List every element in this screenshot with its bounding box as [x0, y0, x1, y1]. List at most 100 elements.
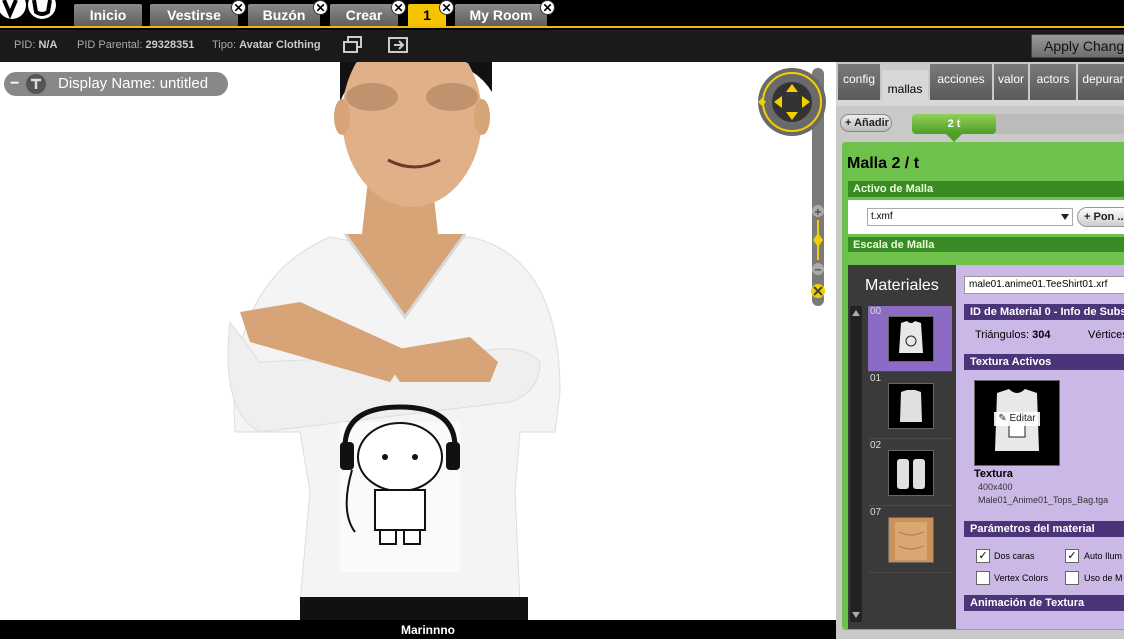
parent-pid-label: PID Parental:	[77, 39, 143, 51]
tab-crear[interactable]: Crear ✕	[330, 0, 406, 26]
material-file-field[interactable]: male01.anime01.TeeShirt01.xrf	[964, 276, 1124, 294]
export-icon[interactable]	[388, 36, 410, 54]
use-m-checkbox[interactable]	[1065, 571, 1079, 585]
auto-illum-label: Auto Ilum	[1084, 551, 1123, 561]
texture-assets-header: Textura Activos	[964, 354, 1124, 370]
tab-label: Vestirse	[167, 7, 221, 23]
two-sided-checkbox[interactable]: ✓	[976, 549, 990, 563]
tool-icon	[26, 74, 46, 94]
material-index: 01	[870, 373, 882, 384]
parent-pid-value: 29328351	[145, 39, 195, 51]
tab-actors[interactable]: actors	[1030, 64, 1076, 100]
parent-pid-info: PID Parental: 29328351	[77, 39, 194, 51]
mesh-chip[interactable]: 2 t	[912, 114, 996, 134]
material-index: 07	[870, 507, 882, 518]
mesh-scale-header[interactable]: Escala de Malla	[848, 237, 1124, 253]
pencil-icon: ✎	[998, 413, 1010, 424]
editor-panel: config mallas acciones valor actors depu…	[836, 62, 1124, 639]
materials-title: Materiales	[865, 277, 939, 294]
window-restore-icon[interactable]	[342, 36, 364, 54]
material-index: 00	[870, 306, 882, 317]
mesh-title: Malla 2 / t	[847, 155, 920, 172]
pid-info: PID: N/A	[14, 39, 57, 51]
apply-changes-button[interactable]: Apply Changes	[1031, 34, 1124, 58]
tab-inicio[interactable]: Inicio	[74, 4, 142, 26]
tab-config[interactable]: config	[838, 64, 880, 100]
tab-label: 1	[423, 7, 431, 23]
material-thumb[interactable]: 00	[868, 306, 952, 372]
pid-value: N/A	[38, 39, 58, 51]
material-index: 02	[870, 440, 882, 451]
camera-control[interactable]: + −	[756, 68, 826, 316]
close-icon[interactable]: ✕	[439, 0, 454, 15]
imvu-logo[interactable]	[0, 0, 64, 26]
mesh-file-select[interactable]: t.xmf	[867, 208, 1073, 226]
type-label: Tipo:	[212, 39, 237, 51]
shirt-back-thumbnail	[888, 383, 934, 429]
edit-label: Editar	[1009, 413, 1036, 424]
texture-filename: Male01_Anime01_Tops_Bag.tga	[978, 495, 1109, 505]
materials-scrollbar[interactable]	[850, 306, 862, 622]
section-gap	[848, 252, 1124, 264]
tshirt-thumbnail	[888, 316, 934, 362]
mesh-pointer	[946, 134, 962, 142]
tab-label: Buzón	[262, 7, 306, 23]
pon-button[interactable]: + Pon ...	[1077, 207, 1124, 227]
tab-buzon[interactable]: Buzón ✕	[248, 0, 328, 26]
scroll-up-icon[interactable]	[852, 310, 860, 316]
avatar-username: Marinnno	[401, 623, 455, 637]
use-m-label: Uso de M	[1084, 573, 1123, 583]
top-nav: Inicio Vestirse ✕ Buzón ✕ Crear ✕ 1 ✕ My…	[0, 0, 1124, 28]
avatar-viewport[interactable]: − Display Name: untitled	[0, 62, 836, 620]
tab-my-room[interactable]: My Room ✕	[455, 0, 555, 26]
tab-1[interactable]: 1 ✕	[408, 0, 454, 26]
close-icon[interactable]: ✕	[391, 0, 406, 15]
texture-anim-header: Animación de Textura	[964, 595, 1124, 611]
triangles-label: Triángulos:	[975, 329, 1030, 341]
add-mesh-button[interactable]: + Añadir	[840, 114, 892, 132]
tab-strip	[836, 100, 1124, 106]
material-id-header: ID de Material 0 - Info de Subs	[964, 304, 1124, 320]
tab-vestirse[interactable]: Vestirse ✕	[150, 0, 246, 26]
close-icon[interactable]: ✕	[313, 0, 328, 15]
vertex-colors-checkbox[interactable]	[976, 571, 990, 585]
tab-label: Inicio	[89, 7, 127, 23]
plus-icon: +	[845, 117, 855, 129]
vertices-label: Vértices	[1088, 329, 1124, 341]
auto-illum-checkbox[interactable]: ✓	[1065, 549, 1079, 563]
sleeves-thumbnail	[888, 450, 934, 496]
close-icon[interactable]: ✕	[231, 0, 246, 15]
material-params-header: Parámetros del material	[964, 521, 1124, 537]
avatar-render	[227, 62, 561, 620]
edit-texture-button[interactable]: ✎ Editar	[994, 412, 1040, 426]
mesh-file-value: t.xmf	[871, 211, 893, 222]
tab-mallas[interactable]: mallas	[882, 70, 928, 102]
vertex-colors-label: Vertex Colors	[994, 573, 1049, 583]
type-info: Tipo: Avatar Clothing	[212, 39, 321, 51]
two-sided-label: Dos caras	[994, 551, 1035, 561]
material-thumb[interactable]: 01	[868, 373, 952, 439]
tab-valor[interactable]: valor	[994, 64, 1028, 100]
svg-text:+: +	[814, 207, 822, 218]
material-thumb[interactable]: 02	[868, 440, 952, 506]
display-name-pill[interactable]: − Display Name: untitled	[4, 72, 228, 96]
texture-title: Textura	[974, 468, 1013, 480]
triangles-value: 304	[1032, 329, 1051, 341]
display-name-text: Display Name: untitled	[58, 75, 209, 92]
tab-acciones[interactable]: acciones	[930, 64, 992, 100]
scroll-down-icon[interactable]	[852, 612, 860, 618]
tab-label: Crear	[345, 7, 383, 23]
app-root: Inicio Vestirse ✕ Buzón ✕ Crear ✕ 1 ✕ My…	[0, 0, 1124, 639]
material-thumb[interactable]: 07	[868, 507, 952, 573]
add-label: Añadir	[854, 117, 889, 129]
product-info-bar: PID: N/A PID Parental: 29328351 Tipo: Av…	[0, 30, 1124, 62]
close-icon[interactable]: ✕	[540, 0, 555, 15]
pid-label: PID:	[14, 39, 36, 51]
chevron-down-icon	[1061, 214, 1069, 220]
skin-thumbnail	[888, 517, 934, 563]
texture-size: 400x400	[978, 482, 1013, 492]
collapse-icon[interactable]: −	[10, 72, 19, 96]
svg-text:−: −	[814, 265, 822, 276]
tab-depurar[interactable]: depurar	[1078, 64, 1124, 100]
triangles-info: Triángulos: 304	[975, 329, 1050, 341]
